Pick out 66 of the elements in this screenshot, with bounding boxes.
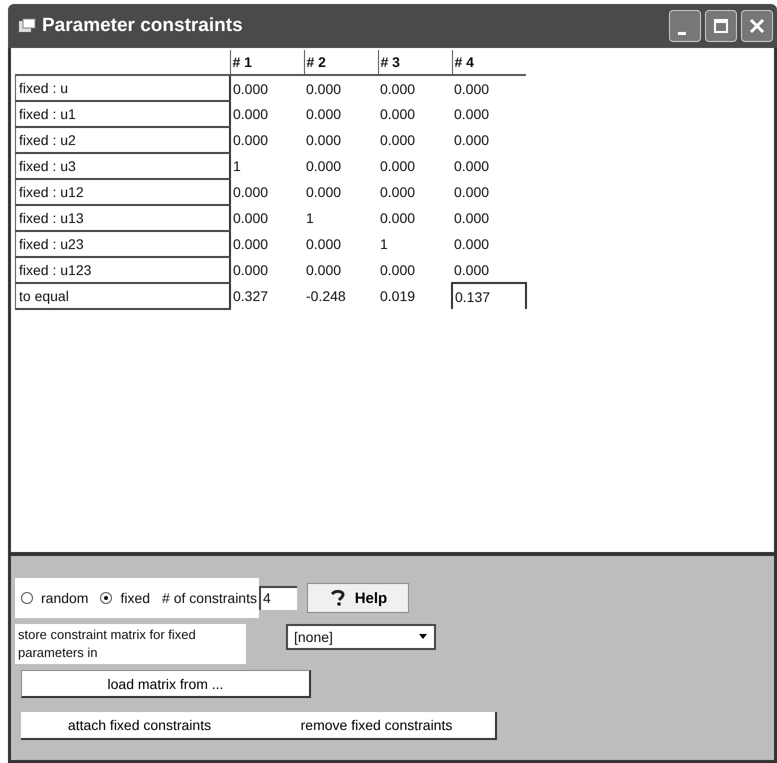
row-label: fixed : u3: [16, 153, 230, 179]
radio-icon[interactable]: [21, 592, 33, 604]
table-cell[interactable]: -0.248: [304, 283, 378, 309]
row-label: fixed : u13: [16, 205, 230, 231]
table-cell[interactable]: 0.000: [230, 257, 304, 283]
radio-option[interactable]: random: [21, 590, 88, 606]
column-header: # 1: [230, 50, 304, 75]
column-header: # 3: [378, 50, 452, 75]
column-header: # 2: [304, 50, 378, 75]
matrix-dropdown[interactable]: [none]: [286, 624, 436, 650]
table-cell[interactable]: 0.000: [452, 205, 526, 231]
table-cell[interactable]: 0.000: [230, 179, 304, 205]
table-cell[interactable]: 0.000: [304, 75, 378, 101]
table-cell[interactable]: 0.000: [304, 231, 378, 257]
help-button[interactable]: Help: [306, 583, 409, 613]
table-cell[interactable]: 0.000: [452, 179, 526, 205]
table-cell[interactable]: 0.000: [452, 127, 526, 153]
constraints-label: # of constraints: [162, 590, 259, 606]
table-cell[interactable]: 0.000: [452, 153, 526, 179]
row-label: fixed : u12: [16, 179, 230, 205]
table-cell[interactable]: 0.000: [304, 153, 378, 179]
table-cell[interactable]: 0.000: [230, 127, 304, 153]
table-cell[interactable]: 0.000: [230, 231, 304, 257]
minimize-icon: [678, 32, 686, 34]
table-cell[interactable]: 0.137: [452, 283, 526, 309]
table-cell[interactable]: 0.000: [304, 101, 378, 127]
dropdown-icon: [418, 634, 428, 640]
row-label: fixed : u23: [16, 231, 230, 257]
table-cell[interactable]: 0.000: [378, 205, 452, 231]
table-cell[interactable]: 0.000: [304, 127, 378, 153]
window-title: Parameter constraints: [42, 15, 244, 37]
table-cell[interactable]: 0.000: [230, 75, 304, 101]
table-cell[interactable]: 0.000: [452, 101, 526, 127]
table-cell[interactable]: 1: [230, 153, 304, 179]
table-cell[interactable]: 1: [378, 231, 452, 257]
table-cell[interactable]: 1: [304, 205, 378, 231]
minimize-button[interactable]: [669, 10, 701, 42]
table-cell[interactable]: 0.000: [378, 127, 452, 153]
load-button[interactable]: load matrix from ...: [21, 670, 311, 698]
table-cell[interactable]: 0.000: [452, 231, 526, 257]
store-label: store constraint matrix for fixed parameters in: [15, 624, 246, 664]
table-cell[interactable]: 0.327: [230, 283, 304, 309]
row-label: to equal: [16, 283, 230, 309]
table-cell[interactable]: 0.000: [304, 179, 378, 205]
table-cell[interactable]: 0.000: [452, 257, 526, 283]
table-cell[interactable]: 0.019: [378, 283, 452, 309]
table-cell[interactable]: 0.000: [378, 179, 452, 205]
table-cell[interactable]: 0.000: [378, 75, 452, 101]
row-label: fixed : u: [16, 75, 230, 101]
radio-icon[interactable]: [100, 592, 112, 604]
column-header: # 4: [452, 50, 526, 75]
row-label: fixed : u123: [16, 257, 230, 283]
window-icon: [18, 18, 36, 34]
table-cell[interactable]: 0.000: [452, 75, 526, 101]
table-cell[interactable]: 0.000: [230, 205, 304, 231]
table-cell[interactable]: 0.000: [230, 101, 304, 127]
constraints-field[interactable]: 4: [258, 586, 297, 610]
table-cell[interactable]: 0.000: [378, 153, 452, 179]
radio-option[interactable]: fixed: [100, 590, 150, 606]
table-cell[interactable]: 0.000: [378, 101, 452, 127]
table-cell[interactable]: 0.000: [304, 257, 378, 283]
row-label: fixed : u1: [16, 101, 230, 127]
row-label: fixed : u2: [16, 127, 230, 153]
maximize-button[interactable]: [705, 10, 737, 42]
table-cell[interactable]: 0.000: [378, 257, 452, 283]
close-button[interactable]: [741, 10, 773, 42]
